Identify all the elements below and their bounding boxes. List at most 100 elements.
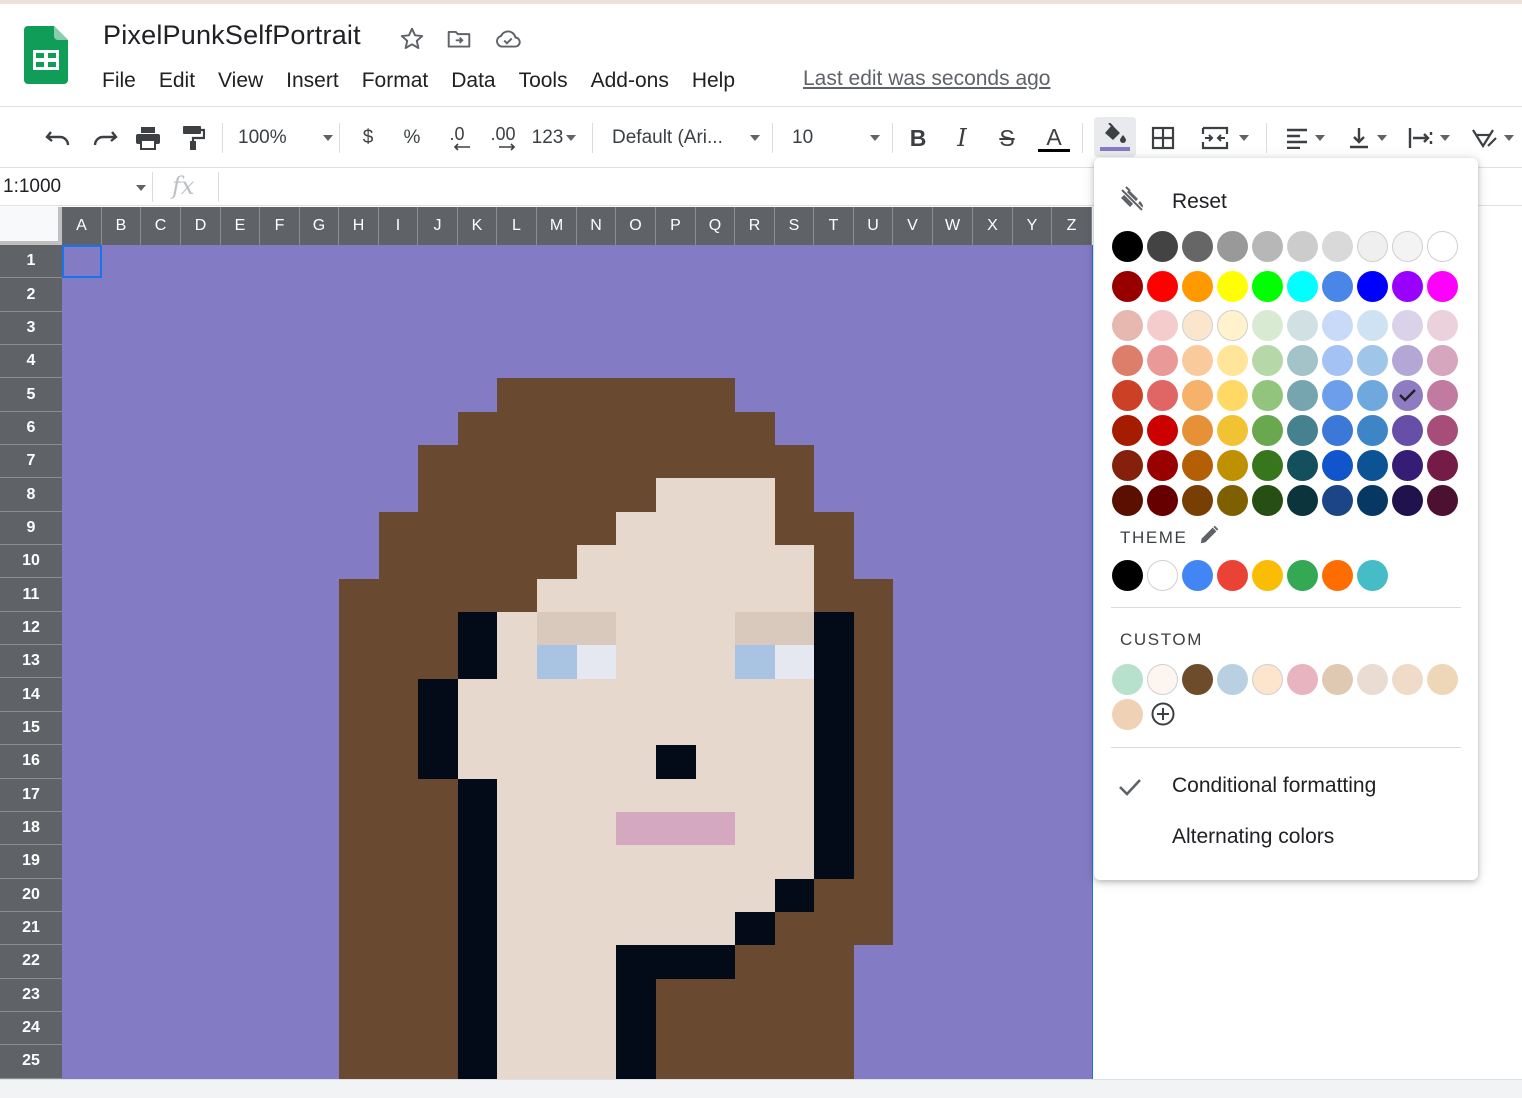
color-swatch[interactable]	[1112, 231, 1143, 262]
row-header-24[interactable]: 24	[0, 1011, 62, 1046]
color-swatch[interactable]	[1217, 231, 1248, 262]
menu-file[interactable]: File	[102, 69, 136, 93]
color-swatch[interactable]	[1147, 415, 1178, 446]
color-swatch[interactable]	[1252, 380, 1283, 411]
font-size-select[interactable]: 10	[792, 121, 880, 155]
select-all-corner[interactable]	[0, 207, 62, 245]
color-swatch[interactable]	[1392, 345, 1423, 376]
row-header-23[interactable]: 23	[0, 978, 62, 1012]
theme-color-swatch[interactable]	[1357, 560, 1388, 591]
horizontal-align-button[interactable]	[1280, 121, 1330, 155]
row-header-7[interactable]: 7	[0, 445, 62, 479]
color-swatch[interactable]	[1392, 380, 1423, 411]
cloud-saved-icon[interactable]	[494, 26, 521, 52]
column-header-s[interactable]: S	[775, 207, 814, 245]
column-header-a[interactable]: A	[62, 207, 102, 245]
column-header-x[interactable]: X	[973, 207, 1013, 245]
column-header-j[interactable]: J	[418, 207, 458, 245]
color-swatch[interactable]	[1182, 485, 1213, 516]
chevron-down-icon[interactable]	[136, 185, 146, 191]
text-rotation-button[interactable]	[1466, 121, 1518, 155]
color-swatch[interactable]	[1427, 450, 1458, 481]
color-swatch[interactable]	[1322, 450, 1353, 481]
row-header-22[interactable]: 22	[0, 945, 62, 979]
color-swatch[interactable]	[1427, 271, 1458, 302]
color-swatch[interactable]	[1322, 231, 1353, 262]
menu-data[interactable]: Data	[451, 69, 495, 93]
document-title[interactable]: PixelPunkSelfPortrait	[103, 20, 361, 51]
row-header-25[interactable]: 25	[0, 1045, 62, 1079]
color-swatch[interactable]	[1322, 271, 1353, 302]
color-swatch[interactable]	[1182, 415, 1213, 446]
menu-edit[interactable]: Edit	[159, 69, 195, 93]
zoom-select[interactable]: 100%	[238, 121, 333, 155]
last-edit-link[interactable]: Last edit was seconds ago	[803, 67, 1051, 91]
bold-button[interactable]: B	[904, 121, 932, 155]
color-swatch[interactable]	[1217, 345, 1248, 376]
color-swatch[interactable]	[1427, 345, 1458, 376]
color-swatch[interactable]	[1427, 310, 1458, 341]
color-swatch[interactable]	[1287, 380, 1318, 411]
menu-view[interactable]: View	[218, 69, 263, 93]
column-header-l[interactable]: L	[497, 207, 537, 245]
menu-insert[interactable]: Insert	[286, 69, 339, 93]
column-header-t[interactable]: T	[814, 207, 854, 245]
custom-color-swatch[interactable]	[1217, 664, 1248, 695]
color-swatch[interactable]	[1357, 345, 1388, 376]
row-header-10[interactable]: 10	[0, 545, 62, 579]
edit-theme-pencil-icon[interactable]	[1198, 524, 1220, 546]
paint-format-button[interactable]	[176, 121, 210, 155]
color-swatch[interactable]	[1217, 450, 1248, 481]
column-header-i[interactable]: I	[379, 207, 418, 245]
color-swatch[interactable]	[1147, 310, 1178, 341]
color-swatch[interactable]	[1322, 310, 1353, 341]
font-family-select[interactable]: Default (Ari...	[612, 121, 760, 155]
row-header-11[interactable]: 11	[0, 578, 62, 612]
color-swatch[interactable]	[1147, 345, 1178, 376]
borders-button[interactable]	[1148, 121, 1178, 155]
color-swatch[interactable]	[1392, 485, 1423, 516]
color-swatch[interactable]	[1357, 231, 1388, 262]
color-swatch[interactable]	[1182, 310, 1213, 341]
menu-format[interactable]: Format	[362, 69, 429, 93]
color-swatch[interactable]	[1392, 271, 1423, 302]
color-swatch[interactable]	[1217, 415, 1248, 446]
row-header-18[interactable]: 18	[0, 811, 62, 846]
format-currency-button[interactable]: $	[354, 121, 382, 155]
selected-cell[interactable]	[62, 245, 102, 278]
color-swatch[interactable]	[1112, 271, 1143, 302]
color-swatch[interactable]	[1392, 450, 1423, 481]
color-swatch[interactable]	[1252, 415, 1283, 446]
print-button[interactable]	[131, 121, 165, 155]
color-swatch[interactable]	[1147, 380, 1178, 411]
move-to-folder-icon[interactable]	[446, 26, 472, 52]
color-swatch[interactable]	[1427, 231, 1458, 262]
theme-color-swatch[interactable]	[1287, 560, 1318, 591]
format-percent-button[interactable]: %	[398, 121, 426, 155]
column-header-k[interactable]: K	[458, 207, 497, 245]
color-swatch[interactable]	[1357, 310, 1388, 341]
row-header-16[interactable]: 16	[0, 745, 62, 779]
column-header-v[interactable]: V	[893, 207, 933, 245]
custom-color-swatch[interactable]	[1322, 664, 1353, 695]
color-swatch[interactable]	[1392, 415, 1423, 446]
custom-color-swatch[interactable]	[1112, 699, 1143, 730]
theme-color-swatch[interactable]	[1182, 560, 1213, 591]
column-header-z[interactable]: Z	[1052, 207, 1092, 245]
theme-color-swatch[interactable]	[1217, 560, 1248, 591]
color-swatch[interactable]	[1427, 415, 1458, 446]
more-formats-button[interactable]: 123	[528, 121, 580, 155]
row-header-2[interactable]: 2	[0, 278, 62, 312]
color-swatch[interactable]	[1182, 271, 1213, 302]
color-swatch[interactable]	[1427, 380, 1458, 411]
color-swatch[interactable]	[1357, 485, 1388, 516]
row-header-9[interactable]: 9	[0, 511, 62, 546]
row-header-21[interactable]: 21	[0, 911, 62, 946]
row-header-20[interactable]: 20	[0, 878, 62, 912]
color-swatch[interactable]	[1112, 485, 1143, 516]
custom-color-swatch[interactable]	[1287, 664, 1318, 695]
alternating-colors-option[interactable]: Alternating colors	[1172, 825, 1334, 849]
color-swatch[interactable]	[1287, 345, 1318, 376]
color-swatch[interactable]	[1392, 231, 1423, 262]
reset-fill-option[interactable]: Reset	[1094, 182, 1478, 222]
